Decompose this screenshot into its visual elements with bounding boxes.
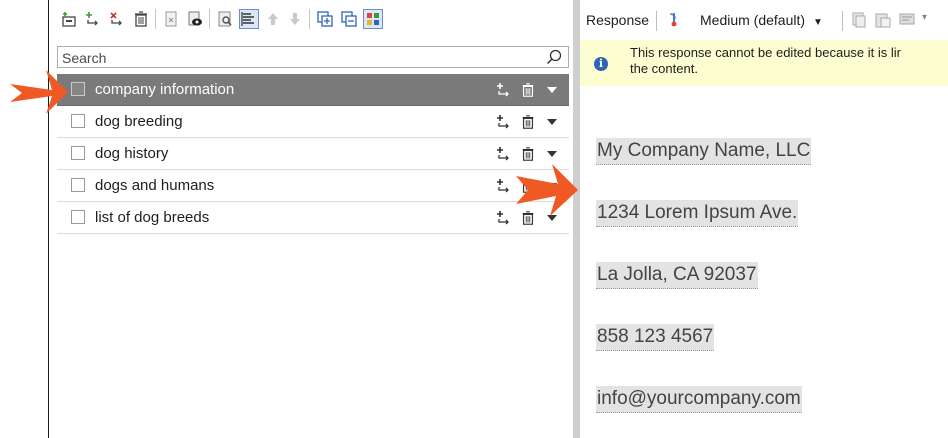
add-response-icon[interactable] [495,113,513,131]
notice-text: This response cannot be edited because i… [630,45,901,76]
callout-arrow-right [516,164,578,216]
list-item[interactable]: company information [57,74,569,106]
info-icon: i [594,57,608,71]
list-item[interactable]: dog breeding [57,106,569,138]
topic-label: dogs and humans [95,177,215,194]
topic-label: dog history [95,145,169,162]
remove-response-icon[interactable] [107,9,127,29]
copy-icon[interactable] [850,11,868,32]
response-pane: Response Medium (default) ▼ ▾ i This res… [580,0,948,438]
list-item[interactable]: dogs and humans [57,170,569,202]
content-line: 1234 Lorem Ipsum Ave. [596,200,799,227]
add-response-icon[interactable] [495,177,513,195]
preview-icon[interactable] [185,9,205,29]
add-response-icon[interactable] [495,209,513,227]
content-line: 858 123 4567 [596,324,715,351]
window-frame: company information dog breeding dog his… [48,0,948,438]
topic-checkbox[interactable] [71,114,85,128]
properties-icon[interactable] [215,9,235,29]
search-box [57,46,569,68]
chevron-down-icon[interactable] [543,81,561,99]
delete-icon[interactable] [519,113,537,131]
new-topic-icon[interactable] [59,9,79,29]
move-up-icon[interactable] [263,9,283,29]
add-response-icon[interactable] [83,9,103,29]
delete-icon[interactable] [131,9,151,29]
response-toolbar: Response Medium (default) ▼ ▾ [580,0,948,40]
collapse-all-icon[interactable] [339,9,359,29]
topic-checkbox[interactable] [71,146,85,160]
search-icon[interactable] [546,49,562,70]
topics-pane: company information dog breeding dog his… [49,0,574,438]
list-item[interactable]: dog history [57,138,569,170]
paste-icon[interactable] [874,11,892,32]
add-response-icon[interactable] [495,81,513,99]
content-line: info@yourcompany.com [596,386,802,413]
delete-icon[interactable] [519,81,537,99]
topic-label: company information [95,81,235,98]
response-label: Response [586,12,650,28]
content-line: La Jolla, CA 92037 [596,262,758,289]
chevron-down-icon[interactable] [543,113,561,131]
callout-arrow-left [10,70,68,114]
content-line: My Company Name, LLC [596,138,812,165]
topic-label: list of dog breeds [95,209,210,226]
format-icon[interactable] [898,11,916,32]
level-dropdown[interactable]: Medium (default) ▼ [700,12,823,28]
add-response-icon[interactable] [495,145,513,163]
search-input[interactable] [62,49,532,66]
topic-checkbox[interactable] [71,178,85,192]
topics-toolbar [49,0,573,36]
list-item[interactable]: list of dog breeds [57,202,569,234]
topic-checkbox[interactable] [71,210,85,224]
read-only-notice: i This response cannot be edited because… [580,40,948,86]
import-icon[interactable] [161,9,181,29]
topic-label: dog breeding [95,113,183,130]
topic-list: company information dog breeding dog his… [57,74,569,234]
level-dropdown-label: Medium (default) [700,12,806,28]
speech-level-icon [666,10,686,33]
color-grid-icon[interactable] [363,9,383,29]
chevron-down-icon[interactable]: ▾ [922,12,927,23]
move-down-icon[interactable] [285,9,305,29]
topic-checkbox[interactable] [71,82,85,96]
list-view-icon[interactable] [239,9,259,29]
expand-all-icon[interactable] [315,9,335,29]
chevron-down-icon: ▼ [812,17,823,28]
